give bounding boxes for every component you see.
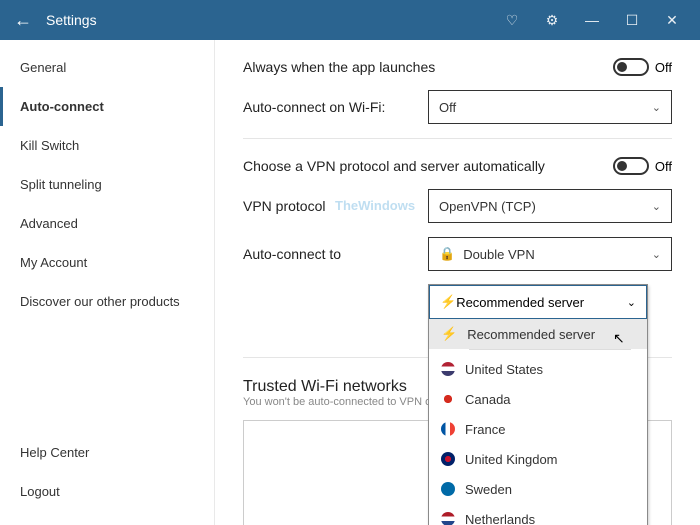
proto-auto-label: Choose a VPN protocol and server automat… — [243, 158, 613, 174]
wifi-select[interactable]: Off ⌄ — [428, 90, 672, 124]
proto-label: VPN protocol — [243, 198, 358, 214]
connect-to-value: Double VPN — [463, 247, 535, 262]
dropdown-item-country[interactable]: Netherlands — [429, 504, 647, 525]
wifi-label: Auto-connect on Wi-Fi: — [243, 99, 428, 115]
dropdown-item-country[interactable]: Canada — [429, 384, 647, 414]
dropdown-item-country[interactable]: France — [429, 414, 647, 444]
cursor-icon: ↖ — [613, 330, 625, 347]
flag-icon — [441, 512, 455, 525]
sidebar: General Auto-connect Kill Switch Split t… — [0, 40, 215, 525]
minimize-button[interactable]: — — [572, 12, 612, 28]
flag-icon — [441, 362, 455, 376]
dropdown-divider — [469, 349, 631, 350]
connect-to-select[interactable]: 🔒 Double VPN ⌄ — [428, 237, 672, 271]
sidebar-item-advanced[interactable]: Advanced — [0, 204, 214, 243]
always-launch-label: Always when the app launches — [243, 59, 613, 75]
country-label: Canada — [465, 392, 511, 407]
gear-icon[interactable]: ⚙ — [532, 12, 572, 29]
sidebar-item-auto-connect[interactable]: Auto-connect — [0, 87, 214, 126]
sidebar-item-my-account[interactable]: My Account — [0, 243, 214, 282]
lock-icon: 🔒 — [439, 246, 455, 262]
flag-icon — [441, 452, 455, 466]
proto-auto-state: Off — [655, 159, 672, 174]
always-launch-state: Off — [655, 60, 672, 75]
flag-icon — [441, 392, 455, 406]
sidebar-item-kill-switch[interactable]: Kill Switch — [0, 126, 214, 165]
country-label: Sweden — [465, 482, 512, 497]
sidebar-item-discover[interactable]: Discover our other products — [0, 282, 214, 321]
country-label: Netherlands — [465, 512, 535, 525]
bell-icon[interactable]: ♡ — [492, 12, 532, 29]
country-label: United Kingdom — [465, 452, 558, 467]
close-button[interactable]: ✕ — [652, 12, 692, 29]
always-launch-toggle[interactable] — [613, 58, 649, 76]
flag-icon — [441, 422, 455, 436]
server-dropdown: ⚡ Recommended server ⌄ ⚡ Recommended ser… — [428, 284, 648, 525]
help-center-link[interactable]: Help Center — [0, 433, 214, 472]
logout-link[interactable]: Logout — [0, 472, 214, 511]
country-label: United States — [465, 362, 543, 377]
chevron-down-icon: ⌄ — [652, 248, 661, 261]
proto-select[interactable]: OpenVPN (TCP) ⌄ — [428, 189, 672, 223]
chevron-down-icon: ⌄ — [652, 200, 661, 213]
back-button[interactable]: ← — [8, 10, 38, 31]
content-panel: TheWindows Always when the app launches … — [215, 40, 700, 525]
bolt-icon: ⚡ — [440, 294, 456, 310]
dropdown-item-country[interactable]: United Kingdom — [429, 444, 647, 474]
proto-value: OpenVPN (TCP) — [439, 199, 536, 214]
window-title: Settings — [46, 12, 97, 28]
dd-recommended-label: Recommended server — [467, 327, 595, 342]
flag-icon — [441, 482, 455, 496]
divider — [243, 138, 672, 139]
connect-to-label: Auto-connect to — [243, 246, 428, 262]
sidebar-item-split-tunneling[interactable]: Split tunneling — [0, 165, 214, 204]
server-select-value: Recommended server — [456, 295, 584, 310]
titlebar: ← Settings ♡ ⚙ — ☐ ✕ — [0, 0, 700, 40]
sidebar-item-general[interactable]: General — [0, 48, 214, 87]
chevron-down-icon: ⌄ — [627, 296, 636, 309]
bolt-icon: ⚡ — [441, 326, 457, 342]
chevron-down-icon: ⌄ — [652, 101, 661, 114]
server-dropdown-list[interactable]: ⚡ Recommended server United States Canada… — [429, 319, 647, 525]
maximize-button[interactable]: ☐ — [612, 12, 652, 29]
wifi-value: Off — [439, 100, 456, 115]
dropdown-item-country[interactable]: Sweden — [429, 474, 647, 504]
proto-auto-toggle[interactable] — [613, 157, 649, 175]
country-label: France — [465, 422, 505, 437]
dropdown-item-country[interactable]: United States — [429, 354, 647, 384]
server-select[interactable]: ⚡ Recommended server ⌄ — [429, 285, 647, 319]
